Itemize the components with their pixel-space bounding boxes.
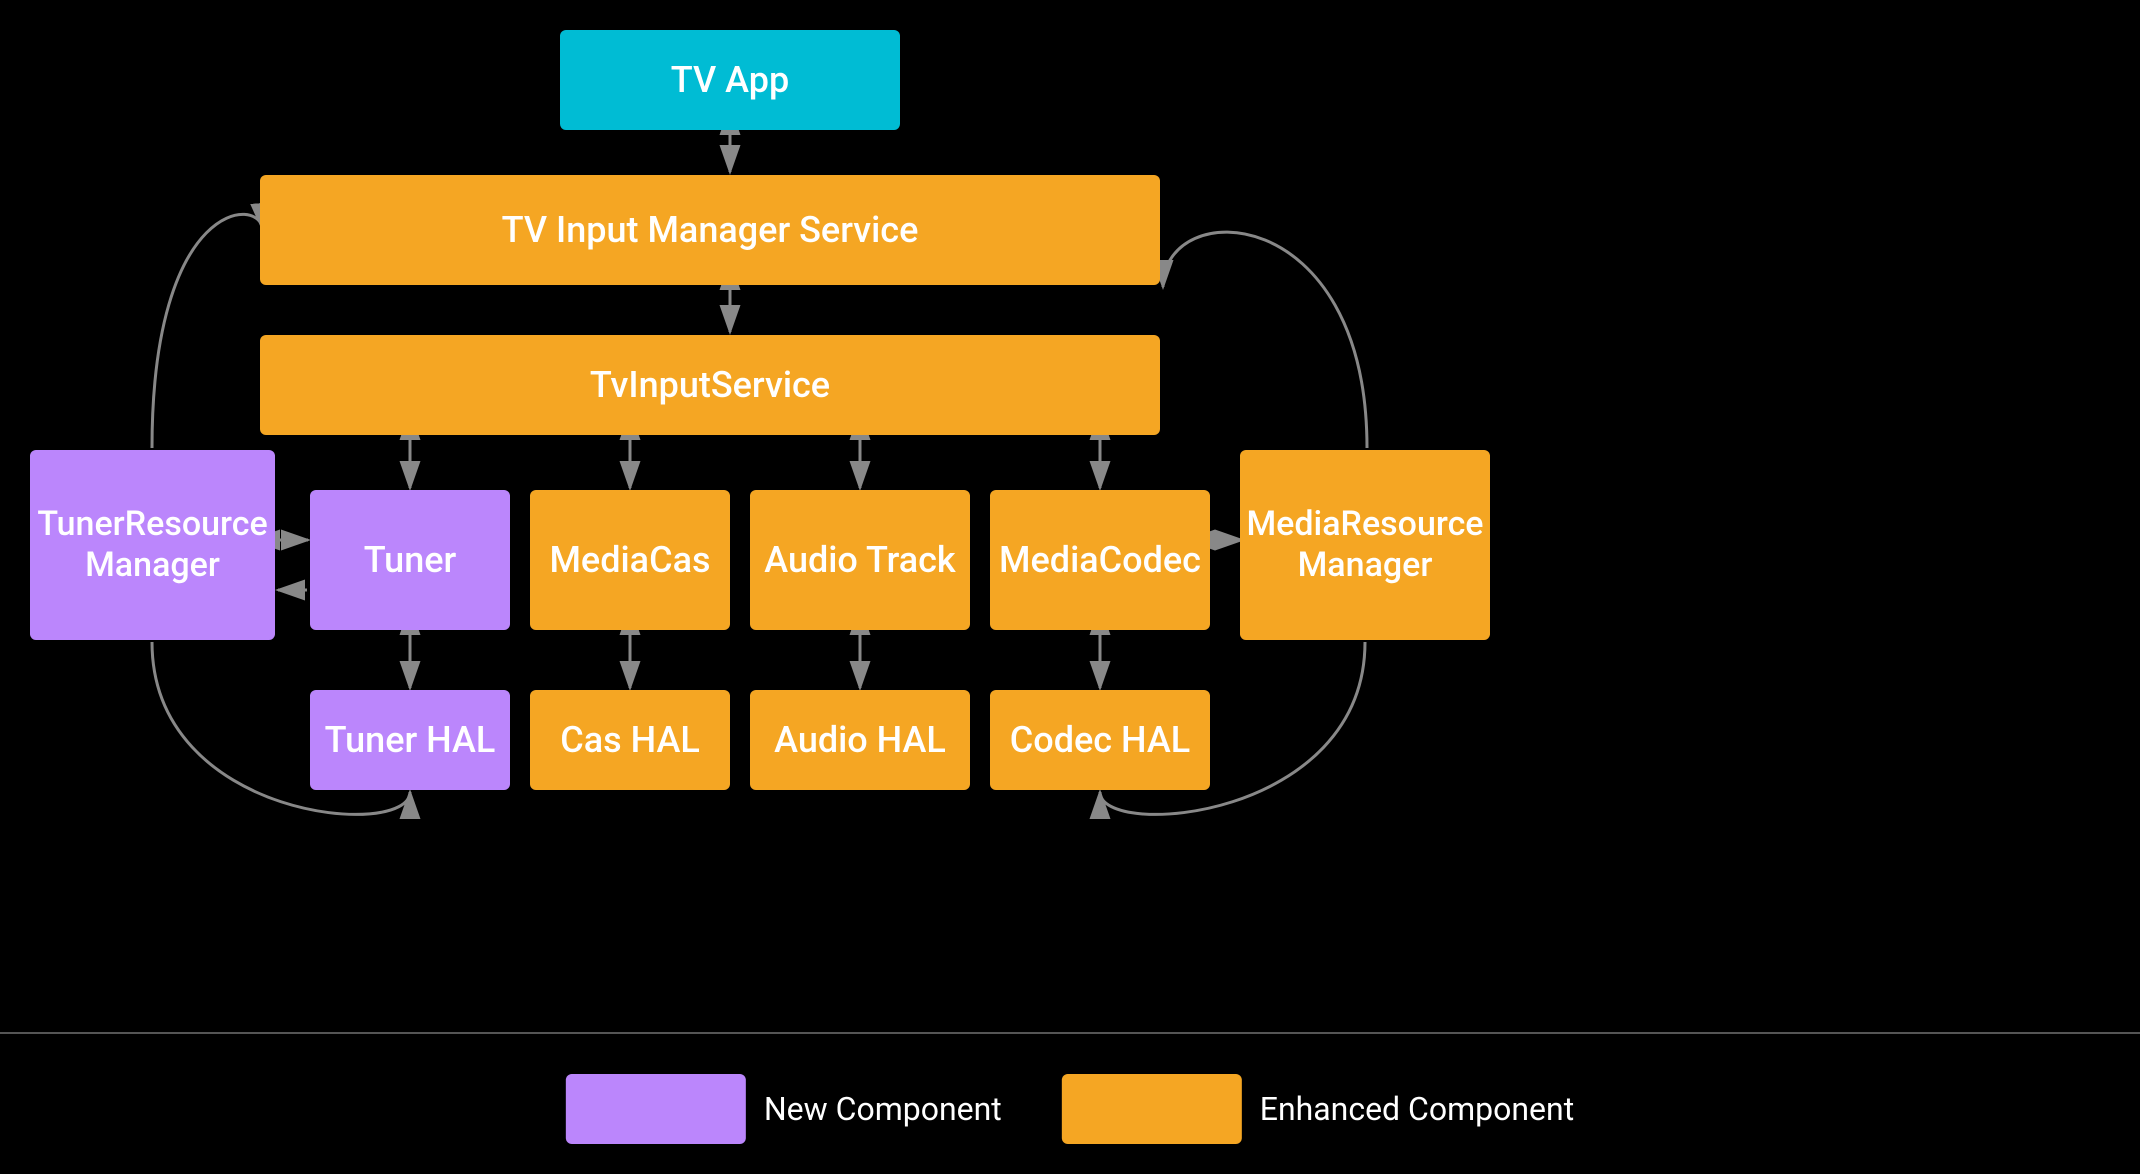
audio-hal-box: Audio HAL [750,690,970,790]
tv-input-service-label: TvInputService [590,364,830,406]
tv-app-box: TV App [560,30,900,130]
tuner-resource-label: TunerResource Manager [37,504,267,586]
tv-app-label: TV App [671,59,789,101]
legend-enhanced-component-box [1062,1074,1242,1144]
cas-hal-box: Cas HAL [530,690,730,790]
legend-new-component-box [566,1074,746,1144]
mediacodec-box: MediaCodec [990,490,1210,630]
audio-track-label: Audio Track [764,539,955,581]
diagram-container: TV App TV Input Manager Service TvInputS… [0,0,2140,1174]
audio-hal-label: Audio HAL [774,719,946,761]
legend-new-component: New Component [566,1074,1002,1144]
cas-hal-label: Cas HAL [560,719,700,761]
legend-new-component-label: New Component [764,1090,1002,1128]
mediacas-label: MediaCas [549,539,710,581]
section-divider [0,1032,2140,1034]
media-resource-label: MediaResource Manager [1246,504,1483,586]
audio-track-box: Audio Track [750,490,970,630]
codec-hal-label: Codec HAL [1010,719,1190,761]
legend-enhanced-component: Enhanced Component [1062,1074,1574,1144]
mediacodec-label: MediaCodec [999,539,1201,581]
media-resource-box: MediaResource Manager [1240,450,1490,640]
legend-enhanced-component-label: Enhanced Component [1260,1090,1574,1128]
codec-hal-box: Codec HAL [990,690,1210,790]
tv-input-service-box: TvInputService [260,335,1160,435]
tuner-hal-label: Tuner HAL [325,719,496,761]
tuner-box: Tuner [310,490,510,630]
mediacas-box: MediaCas [530,490,730,630]
tv-input-manager-label: TV Input Manager Service [502,209,919,251]
tuner-resource-box: TunerResource Manager [30,450,275,640]
tuner-label: Tuner [364,539,457,581]
legend-container: New Component Enhanced Component [566,1074,1574,1144]
tuner-hal-box: Tuner HAL [310,690,510,790]
tv-input-manager-box: TV Input Manager Service [260,175,1160,285]
